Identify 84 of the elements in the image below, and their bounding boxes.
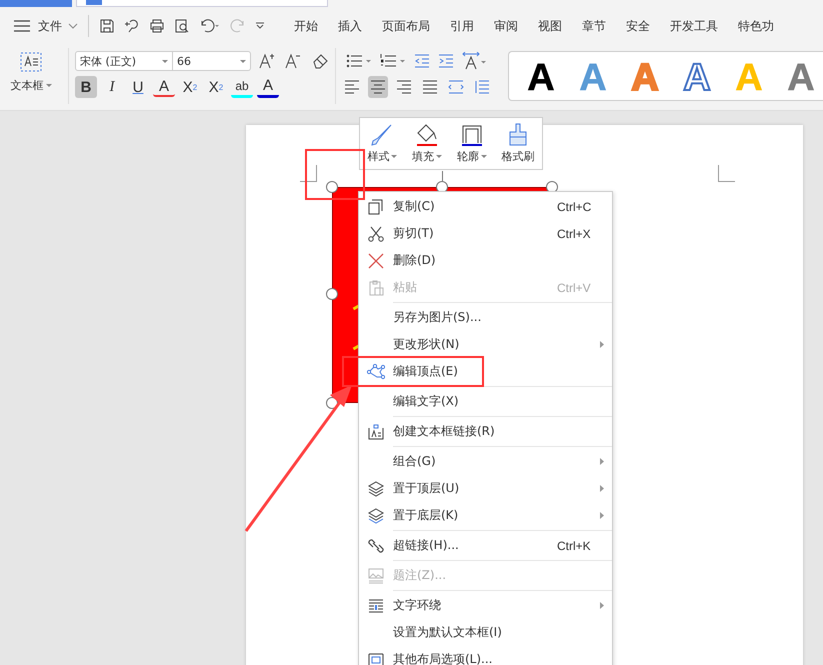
image-caption-icon	[368, 568, 384, 584]
submenu-arrow-icon	[600, 458, 604, 465]
ribbon-tab[interactable]: 开发工具	[670, 18, 718, 34]
text-style-preset[interactable]: A	[521, 56, 561, 96]
bullet-list-icon[interactable]	[346, 53, 372, 69]
text-style-preset[interactable]: A	[677, 56, 717, 96]
shape-format-button[interactable]: 轮廓	[456, 123, 487, 164]
ribbon-tab[interactable]: 开始	[294, 18, 318, 34]
text-box-link-icon	[368, 424, 384, 440]
underline-button[interactable]: U	[127, 76, 149, 98]
context-menu-item[interactable]: 复制(C) Ctrl+C	[359, 193, 612, 220]
text-wrap-icon	[368, 598, 384, 612]
margin-corner-mark	[718, 165, 735, 182]
increase-indent-icon[interactable]	[438, 53, 454, 69]
ribbon-tab[interactable]: 视图	[538, 18, 562, 34]
context-menu-item[interactable]: 文字环绕	[359, 592, 612, 619]
ribbon-tab[interactable]: 安全	[626, 18, 650, 34]
character-spacing-icon[interactable]	[462, 52, 486, 70]
numbered-list-icon[interactable]	[380, 53, 406, 69]
menu-icon[interactable]	[14, 20, 30, 32]
context-menu-item[interactable]: 编辑文字(X)	[359, 388, 612, 415]
context-menu-item[interactable]: 设置为默认文本框(I)	[359, 619, 612, 646]
context-menu-item[interactable]: 其他布局选项(L)...	[359, 646, 612, 665]
strike-button[interactable]: A	[153, 78, 175, 96]
chevron-icon[interactable]	[68, 23, 78, 29]
shape-format-button[interactable]: 填充	[412, 123, 442, 164]
save-icon[interactable]	[99, 18, 115, 34]
layout-options-icon	[368, 652, 384, 665]
ribbon-tab[interactable]: 引用	[450, 18, 474, 34]
print-icon[interactable]	[149, 18, 165, 34]
customize-icon[interactable]	[255, 22, 265, 30]
grow-font-icon[interactable]	[259, 52, 277, 70]
fontcolor-button[interactable]: A	[257, 76, 279, 98]
shrink-font-icon[interactable]	[285, 52, 303, 70]
align-button[interactable]	[368, 76, 388, 98]
context-menu-item[interactable]: 删除(D)	[359, 247, 612, 274]
paste-icon	[368, 280, 384, 296]
bold-button[interactable]: B	[75, 76, 97, 98]
copy-icon	[368, 198, 384, 214]
ribbon-tab[interactable]: 审阅	[494, 18, 518, 34]
submenu-arrow-icon	[600, 485, 604, 492]
text-box-icon[interactable]	[20, 52, 42, 72]
ribbon-tab[interactable]: 章节	[582, 18, 606, 34]
font-name-field[interactable]: 宋体 (正文)	[75, 51, 173, 71]
submenu-arrow-icon	[600, 512, 604, 519]
resize-handle[interactable]	[326, 181, 338, 193]
context-menu-item[interactable]: 创建文本框链接(R)	[359, 418, 612, 445]
font-size-field[interactable]: 66	[173, 51, 251, 71]
ribbon-tab[interactable]: 插入	[338, 18, 362, 34]
ribbon-tab[interactable]: 页面布局	[382, 18, 430, 34]
decrease-indent-icon[interactable]	[414, 53, 430, 69]
layers-icon	[368, 508, 384, 524]
context-menu-item[interactable]: 剪切(T) Ctrl+X	[359, 220, 612, 247]
margin-corner-mark	[300, 165, 317, 182]
context-menu-item[interactable]: 更改形状(N)	[359, 331, 612, 358]
window-tab[interactable]	[76, 0, 328, 7]
highlight-button[interactable]: ab	[231, 76, 253, 98]
vertex-edit-icon	[367, 364, 385, 380]
context-menu-item[interactable]: 超链接(H)... Ctrl+K	[359, 532, 612, 559]
submenu-arrow-icon	[600, 341, 604, 348]
submenu-arrow-icon	[600, 602, 604, 609]
eraser-icon[interactable]	[311, 52, 329, 70]
pen-tool-icon[interactable]	[124, 18, 140, 34]
context-menu-item[interactable]: 另存为图片(S)...	[359, 304, 612, 331]
ribbon-tab[interactable]: 特色功	[738, 18, 774, 34]
text-style-preset[interactable]: A	[781, 56, 821, 96]
context-menu-item[interactable]: 置于底层(K)	[359, 502, 612, 529]
annotation-box	[305, 149, 365, 200]
shape-format-button[interactable]: 格式刷	[502, 123, 535, 164]
layers-icon	[368, 480, 384, 496]
file-menu[interactable]: 文件	[38, 18, 62, 34]
shape-format-button[interactable]: 样式	[367, 123, 398, 164]
italic-button[interactable]: I	[101, 76, 123, 98]
context-menu-item[interactable]: 编辑顶点(E)	[359, 358, 612, 385]
cross-icon	[368, 252, 384, 268]
link-icon	[368, 538, 384, 554]
context-menu-item[interactable]: 组合(G)	[359, 448, 612, 475]
sup-button[interactable]: X$^{2}$	[179, 76, 201, 98]
scissors-icon	[368, 226, 384, 242]
undo-icon[interactable]	[199, 18, 221, 34]
text-box-button[interactable]: 文本框	[10, 78, 52, 93]
print-preview-icon[interactable]	[174, 18, 190, 34]
resize-handle[interactable]	[326, 288, 338, 300]
context-menu-item[interactable]: 置于顶层(U)	[359, 475, 612, 502]
